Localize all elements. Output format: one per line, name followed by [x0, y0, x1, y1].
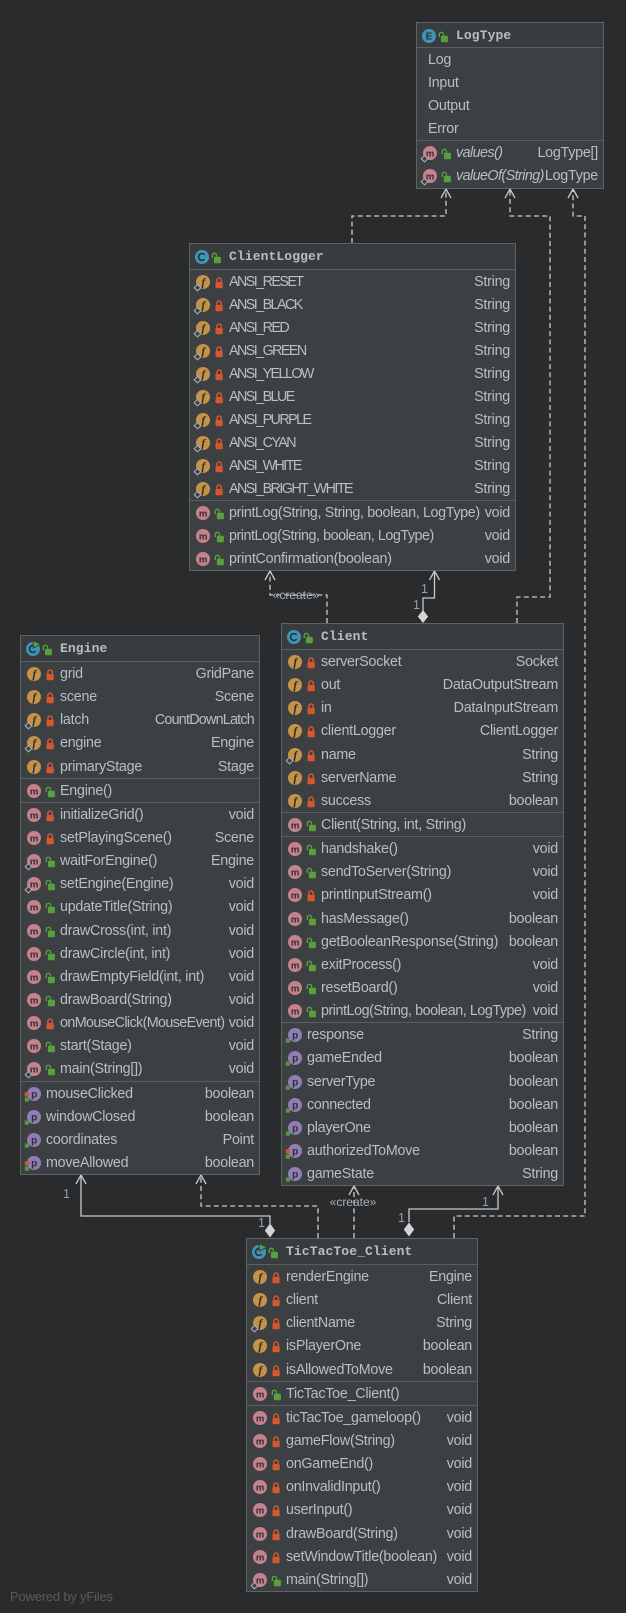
svg-text:«create»: «create»: [330, 1195, 377, 1209]
svg-text:1: 1: [413, 598, 420, 612]
svg-text:1: 1: [421, 582, 428, 596]
svg-text:1: 1: [258, 1216, 265, 1230]
svg-text:1: 1: [398, 1211, 405, 1225]
svg-text:1: 1: [63, 1187, 70, 1201]
svg-text:1: 1: [482, 1195, 489, 1209]
svg-text:«create»: «create»: [273, 588, 320, 602]
